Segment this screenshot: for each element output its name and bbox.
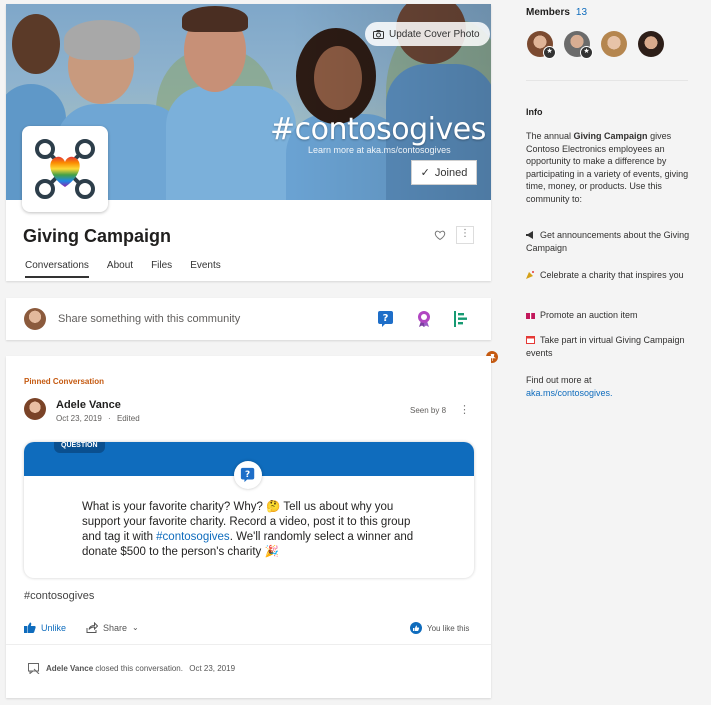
info-intro: The annual Giving Campaign gives Contoso…	[526, 131, 689, 204]
members-count: 13	[575, 7, 588, 18]
svg-text:?: ?	[245, 470, 250, 480]
checkmark-icon: ✓	[420, 167, 430, 179]
admin-badge-icon: ★	[580, 46, 593, 59]
post-composer[interactable]: Share something with this community ?	[6, 298, 491, 340]
composer-input[interactable]: Share something with this community	[58, 313, 240, 325]
pinned-conversation-card: Pinned Conversation Adele Vance Oct 23, …	[6, 356, 491, 698]
svg-text:?: ?	[383, 313, 389, 324]
members-heading[interactable]: Members 13	[526, 7, 587, 18]
update-cover-label: Update Cover Photo	[389, 28, 480, 40]
tab-conversations[interactable]: Conversations	[25, 260, 89, 278]
info-item: Celebrate a charity that inspires you	[526, 269, 694, 282]
avatar[interactable]	[638, 31, 664, 57]
camera-icon	[373, 29, 384, 39]
closed-conversation-icon	[28, 663, 40, 674]
hashtag-link[interactable]: #contosogives	[156, 531, 230, 543]
info-item: Get announcements about the Giving Campa…	[526, 230, 690, 253]
tab-about[interactable]: About	[107, 260, 133, 278]
thumbs-up-icon	[24, 622, 36, 633]
unlike-button[interactable]: Unlike	[24, 622, 66, 633]
praise-icon[interactable]	[415, 310, 433, 328]
more-options-icon[interactable]: ⋮	[456, 226, 474, 244]
poll-icon[interactable]	[452, 310, 470, 328]
cover-learn-more: Learn more at aka.ms/contosogives	[308, 145, 451, 155]
avatar[interactable]: ★	[527, 31, 556, 59]
closed-conversation-row: Adele Vance closed this conversation. Oc…	[28, 663, 235, 674]
community-header-card: Update Cover Photo #contosogives Learn m…	[6, 4, 491, 281]
question-text: What is your favorite charity? Why? 🤔 Te…	[82, 501, 414, 558]
info-item: Take part in virtual Giving Campaign eve…	[526, 335, 685, 358]
question-icon[interactable]: ?	[377, 310, 395, 328]
divider	[6, 644, 491, 645]
party-popper-icon	[526, 271, 534, 279]
chevron-down-icon: ⌄	[132, 623, 139, 632]
pinned-conversation-label: Pinned Conversation	[24, 377, 105, 386]
megaphone-icon	[526, 231, 533, 239]
calendar-icon	[526, 336, 535, 344]
tab-files[interactable]: Files	[151, 260, 172, 278]
you-like-label: You like this	[427, 623, 470, 633]
avatar[interactable]	[24, 398, 46, 420]
gift-icon	[526, 311, 535, 319]
find-out-more: Find out more at aka.ms/contosogives.	[526, 375, 613, 398]
post-date: Oct 23, 2019	[56, 414, 102, 423]
admin-badge-icon: ★	[543, 46, 556, 59]
community-logo	[22, 126, 108, 212]
post-hashtag[interactable]: #contosogives	[24, 590, 94, 602]
joined-label: Joined	[434, 166, 468, 179]
closed-by-author[interactable]: Adele Vance	[46, 664, 93, 673]
post-meta: Oct 23, 2019 · Edited	[56, 414, 140, 423]
avatar[interactable]: ★	[564, 31, 593, 59]
unlike-label: Unlike	[41, 622, 67, 633]
share-button[interactable]: Share ⌄	[86, 622, 139, 633]
avatar[interactable]	[601, 31, 627, 57]
share-icon	[86, 622, 99, 633]
community-title: Giving Campaign	[23, 226, 172, 246]
closed-date: Oct 23, 2019	[189, 664, 236, 673]
closed-text: closed this conversation.	[95, 664, 183, 673]
rainbow-heart-logo-icon	[35, 139, 95, 199]
you-like-this[interactable]: You like this	[410, 622, 469, 634]
info-heading: Info	[526, 107, 543, 117]
update-cover-photo-button[interactable]: Update Cover Photo	[365, 22, 490, 46]
question-card: QUESTION ? What is your favorite charity…	[24, 442, 474, 578]
heart-icon[interactable]	[434, 229, 446, 241]
joined-button[interactable]: ✓ Joined	[411, 160, 477, 185]
info-item: Promote an auction item	[526, 309, 694, 322]
question-icon: ?	[234, 461, 262, 489]
tab-events[interactable]: Events	[190, 260, 221, 278]
avatar	[24, 308, 46, 330]
cover-hashtag: #contosogives	[270, 112, 486, 147]
seen-by-count[interactable]: Seen by 8	[410, 406, 446, 415]
divider	[526, 80, 688, 81]
post-actions: Unlike Share ⌄	[24, 622, 159, 633]
author-name[interactable]: Adele Vance	[56, 399, 121, 411]
like-reaction-icon	[410, 622, 422, 634]
edited-label: Edited	[116, 414, 140, 423]
more-options-icon[interactable]: ⋮	[459, 403, 470, 416]
question-badge: QUESTION	[54, 442, 105, 453]
share-label: Share	[103, 622, 128, 633]
community-tabs: Conversations About Files Events	[25, 260, 239, 278]
info-link[interactable]: aka.ms/contosogives.	[526, 388, 613, 398]
